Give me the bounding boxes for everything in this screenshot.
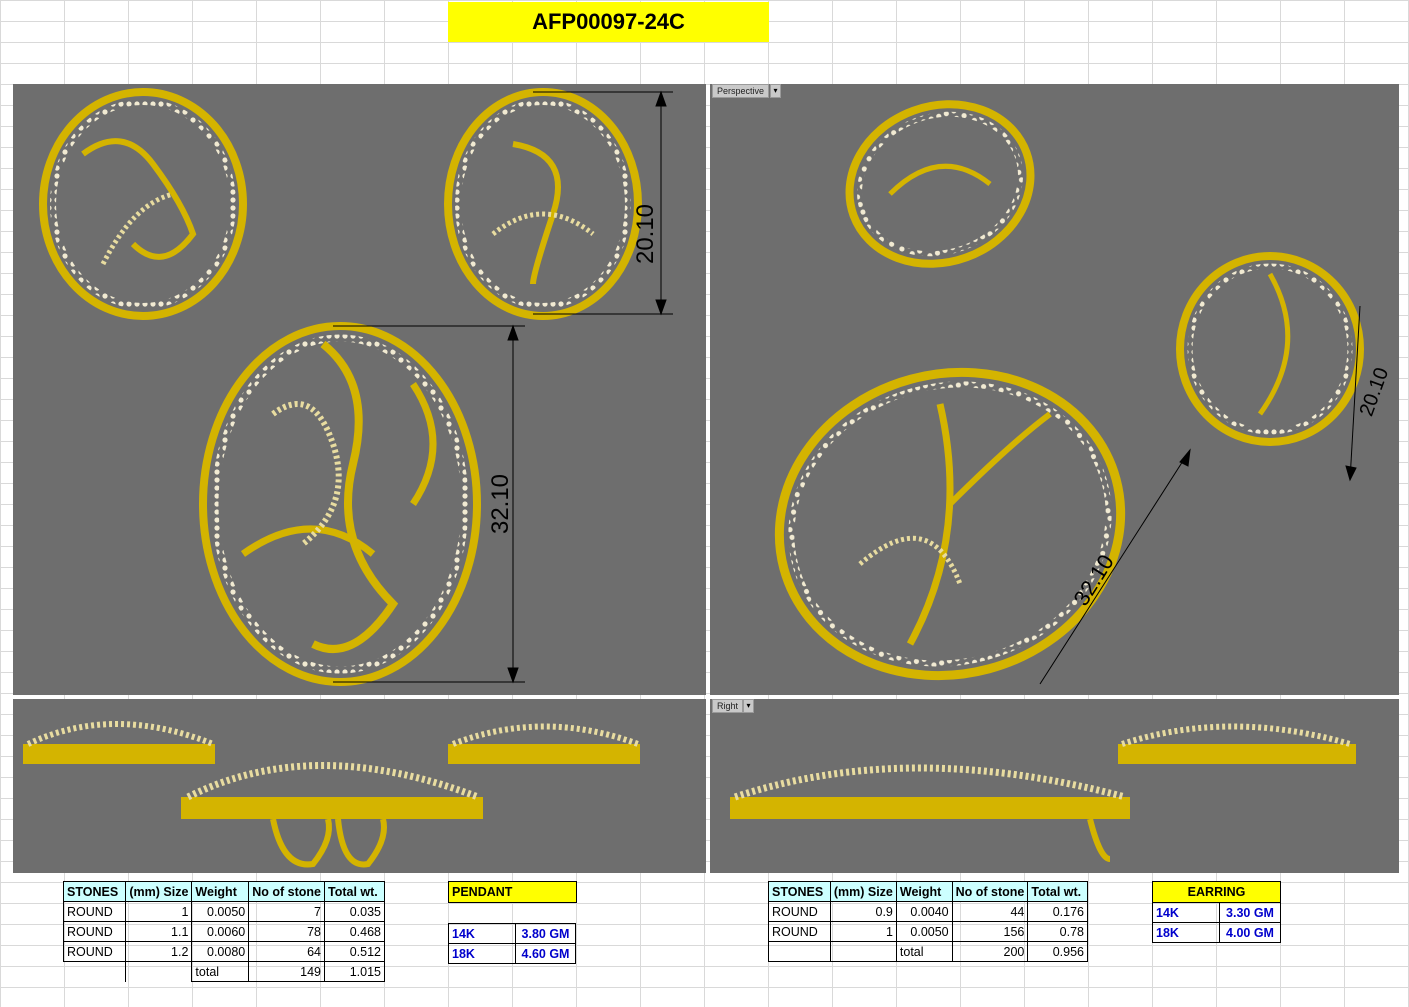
cell[interactable]: 1.2	[125, 941, 193, 962]
table-row: 14K 3.30 GM	[1152, 902, 1281, 923]
cell[interactable]: 18K	[448, 943, 516, 964]
viewport-perspective[interactable]: 32.10 20.10 Perspective ▾	[710, 84, 1399, 695]
perspective-view-render: 32.10 20.10	[774, 100, 1393, 685]
cell[interactable]: 0.0060	[191, 921, 250, 942]
earring-perspective-right	[1176, 252, 1364, 446]
earring-perspective-left	[845, 100, 1035, 268]
cell[interactable]: 0.9	[829, 901, 897, 922]
cell[interactable]: 0.468	[323, 921, 386, 942]
cell[interactable]: 78	[248, 921, 325, 942]
cell[interactable]: 1.1	[125, 921, 193, 942]
total-count[interactable]: 149	[248, 961, 325, 982]
cell[interactable]: 0.176	[1027, 901, 1088, 922]
cell[interactable]: ROUND	[768, 921, 831, 942]
cell[interactable]: ROUND	[62, 941, 127, 962]
table-row: ROUND 1 0.0050 156 0.78	[768, 921, 1088, 942]
perspective-viewport-label[interactable]: Perspective	[712, 84, 770, 98]
cell[interactable]: 14K	[448, 923, 516, 944]
total-weight[interactable]: 0.956	[1027, 941, 1088, 962]
cell[interactable]: 0.0080	[191, 941, 250, 962]
total-label[interactable]: total	[895, 941, 953, 962]
header-size: (mm) Size	[125, 881, 193, 902]
table-row: 18K 4.00 GM	[1152, 922, 1281, 943]
pendant-metal-table: 14K 3.80 GM 18K 4.60 GM	[448, 923, 576, 964]
table-row: ROUND 1 0.0050 7 0.035	[62, 901, 386, 922]
front-view-render: 20.10 32.10	[39, 88, 673, 686]
cell[interactable]: 1	[125, 901, 193, 922]
cell[interactable]: 0.0040	[895, 901, 953, 922]
cell[interactable]	[829, 941, 897, 962]
cell[interactable]: 3.30 GM	[1219, 902, 1281, 923]
perspective-pendant-dimension: 32.10	[1068, 550, 1118, 610]
perspective-viewport-dropdown-icon[interactable]: ▾	[770, 84, 781, 98]
pendant-perspective	[774, 367, 1126, 681]
cell[interactable]: 4.00 GM	[1219, 922, 1281, 943]
page-title: AFP00097-24C	[448, 2, 769, 42]
earring-side-left	[23, 721, 215, 764]
cell[interactable]	[125, 961, 193, 982]
pendant-stones-table: STONES (mm) Size Weight No of stone Tota…	[62, 881, 386, 982]
cell[interactable]: 156	[951, 921, 1029, 942]
cell[interactable]: 18K	[1152, 922, 1220, 943]
dimension-earring-label: 20.10	[632, 204, 659, 264]
earring-stones-table: STONES (mm) Size Weight No of stone Tota…	[768, 881, 1088, 962]
viewport-front[interactable]: 20.10 32.10	[13, 84, 706, 695]
total-row: total 149 1.015	[64, 961, 386, 982]
total-label[interactable]: total	[191, 961, 250, 982]
earring-right-render	[444, 88, 642, 320]
cell[interactable]: 4.60 GM	[515, 943, 576, 964]
header-stones: STONES	[62, 881, 127, 902]
perspective-earring-dimension: 20.10	[1355, 365, 1393, 420]
table-row: ROUND 1.2 0.0080 64 0.512	[62, 941, 386, 962]
cell[interactable]: 0.035	[323, 901, 386, 922]
cell[interactable]: 14K	[1152, 902, 1220, 923]
cell[interactable]: ROUND	[768, 901, 831, 922]
pendant-render	[199, 322, 481, 686]
total-row: total 200 0.956	[768, 941, 1088, 962]
earring-left-render	[39, 88, 247, 320]
cell[interactable]: 64	[248, 941, 325, 962]
viewport-side-left[interactable]	[13, 699, 706, 873]
cell[interactable]: 0.0050	[895, 921, 953, 942]
right-viewport-dropdown-icon[interactable]: ▾	[743, 699, 754, 713]
cell[interactable]	[64, 962, 126, 982]
table-row: 18K 4.60 GM	[448, 943, 576, 964]
header-total: Total wt.	[1027, 881, 1088, 902]
cell[interactable]: 1	[829, 921, 897, 942]
pendant-side	[181, 762, 483, 868]
right-viewport-label[interactable]: Right	[712, 699, 744, 713]
cell[interactable]	[768, 941, 831, 962]
cell[interactable]: ROUND	[62, 921, 127, 942]
earring-side-right	[448, 723, 640, 764]
earring-right-view	[1118, 723, 1356, 764]
dimension-pendant-label: 32.10	[487, 474, 514, 534]
total-count[interactable]: 200	[951, 941, 1029, 962]
header-weight: Weight	[895, 881, 953, 902]
table-row: ROUND 1.1 0.0060 78 0.468	[62, 921, 386, 942]
header-size: (mm) Size	[829, 881, 897, 902]
earring-metal-label: EARRING	[1152, 881, 1281, 903]
header-stones: STONES	[768, 881, 831, 902]
total-weight[interactable]: 1.015	[323, 961, 386, 982]
cell[interactable]: 7	[248, 901, 325, 922]
header-count: No of stone	[951, 881, 1029, 902]
right-view-render	[730, 723, 1356, 862]
viewport-right[interactable]: Right ▾	[710, 699, 1399, 873]
table-row: 14K 3.80 GM	[448, 923, 576, 944]
header-count: No of stone	[248, 881, 325, 902]
header-total: Total wt.	[323, 881, 386, 902]
side-view-render	[23, 721, 640, 868]
cell[interactable]: 3.80 GM	[515, 923, 576, 944]
header-weight: Weight	[191, 881, 250, 902]
cell[interactable]: ROUND	[62, 901, 127, 922]
cell[interactable]: 0.0050	[191, 901, 250, 922]
table-row: ROUND 0.9 0.0040 44 0.176	[768, 901, 1088, 922]
cell[interactable]: 0.78	[1027, 921, 1088, 942]
pendant-right-view	[730, 764, 1130, 862]
earring-metal-table: 14K 3.30 GM 18K 4.00 GM	[1152, 902, 1281, 943]
cell[interactable]: 0.512	[323, 941, 386, 962]
cell[interactable]: 44	[951, 901, 1029, 922]
perspective-dimensions	[1039, 305, 1361, 685]
pendant-metal-label: PENDANT	[448, 881, 577, 903]
